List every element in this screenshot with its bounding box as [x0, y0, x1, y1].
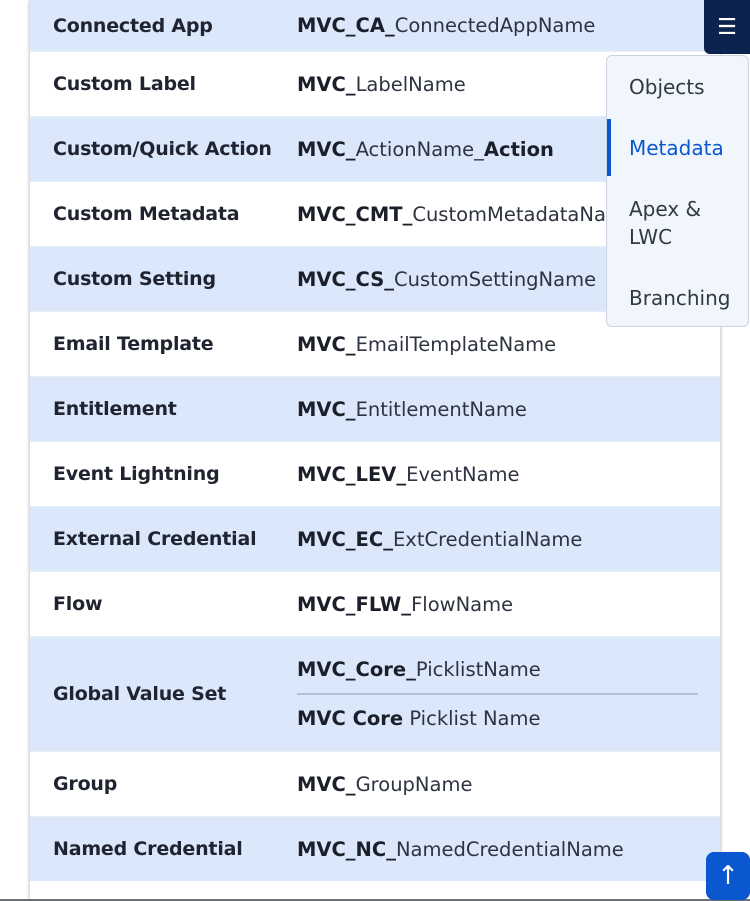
- table-row: Connected App MVC_CA_ConnectedAppName: [30, 0, 720, 52]
- metadata-type-cell: Custom/Quick Action: [53, 138, 272, 160]
- api-name-pattern: MVC_Core_PicklistName: [297, 652, 698, 687]
- prefix: MVC_EC_: [297, 527, 393, 551]
- table-of-contents-menu: Objects Metadata Apex & LWC Branching: [606, 55, 749, 327]
- name-part: NamedCredentialName: [395, 837, 624, 861]
- toc-item-metadata[interactable]: Metadata: [629, 134, 739, 162]
- prefix: MVC Core: [297, 707, 404, 730]
- naming-pattern-cell: MVC_LEV_EventName: [297, 463, 720, 486]
- metadata-type-cell: External Credential: [53, 528, 257, 550]
- toc-item-branching[interactable]: Branching: [629, 284, 739, 312]
- metadata-type-cell: Event Lightning: [53, 463, 220, 485]
- metadata-type-cell: Group: [53, 773, 118, 795]
- naming-pattern-cell: MVC_EmailTemplateName: [297, 333, 720, 356]
- naming-pattern-cell: MVC_GroupName: [297, 773, 720, 796]
- suffix: Action: [483, 137, 554, 161]
- prefix: MVC_FLW_: [297, 592, 412, 616]
- metadata-type-cell: Connected App: [53, 14, 213, 37]
- prefix: MVC_CA_: [297, 14, 395, 37]
- prefix: MVC_NC_: [297, 837, 396, 861]
- name-part: ConnectedAppName: [394, 14, 596, 37]
- table-row: Entitlement MVC_EntitlementName: [30, 377, 720, 442]
- prefix: MVC_: [297, 137, 356, 161]
- prefix: MVC_: [297, 72, 356, 96]
- naming-pattern-cell: MVC_Core_PicklistName MVC Core Picklist …: [297, 652, 720, 736]
- name-part: EventName: [406, 462, 520, 486]
- menu-toggle-button[interactable]: ☰: [704, 0, 750, 54]
- hamburger-menu-icon: ☰: [717, 14, 737, 40]
- name-part: ExtCredentialName: [392, 527, 583, 551]
- label-pattern: MVC Core Picklist Name: [297, 701, 698, 736]
- page: Connected App MVC_CA_ConnectedAppName Cu…: [0, 0, 750, 901]
- prefix: MVC_: [297, 772, 356, 796]
- toc-item-apex-lwc[interactable]: Apex & LWC: [629, 195, 739, 251]
- table-row: Named Credential MVC_NC_NamedCredentialN…: [30, 817, 720, 882]
- name-part: EntitlementName: [355, 397, 527, 421]
- naming-pattern-cell: MVC_NC_NamedCredentialName: [297, 838, 720, 861]
- next-row-partial: [30, 881, 720, 901]
- name-part: EmailTemplateName: [355, 332, 557, 356]
- name-part: CustomMetadataNa: [412, 202, 606, 226]
- prefix: MVC_LEV_: [297, 462, 407, 486]
- active-indicator: [607, 119, 611, 176]
- prefix: MVC_CS_: [297, 267, 395, 291]
- name-part: LabelName: [355, 72, 466, 96]
- metadata-type-cell: Custom Metadata: [53, 203, 240, 225]
- name-part: FlowName: [411, 592, 514, 616]
- metadata-type-cell: Entitlement: [53, 398, 177, 420]
- toc-item-objects[interactable]: Objects: [629, 73, 739, 101]
- naming-pattern-cell: MVC_EC_ExtCredentialName: [297, 528, 720, 551]
- metadata-type-cell: Named Credential: [53, 838, 243, 860]
- metadata-type-cell: Global Value Set: [53, 683, 227, 705]
- prefix: MVC_: [297, 397, 356, 421]
- metadata-type-cell: Custom Setting: [53, 268, 216, 290]
- prefix: MVC_Core_: [297, 658, 416, 681]
- table-row: Flow MVC_FLW_FlowName: [30, 572, 720, 637]
- name-part: ActionName_: [355, 137, 484, 161]
- arrow-up-icon: ↑: [717, 861, 739, 891]
- prefix: MVC_: [297, 332, 356, 356]
- table-row: Group MVC_GroupName: [30, 752, 720, 817]
- divider: [297, 693, 698, 695]
- metadata-type-cell: Email Template: [53, 333, 214, 355]
- naming-pattern-cell: MVC_CA_ConnectedAppName: [297, 14, 720, 37]
- table-row: Event Lightning MVC_LEV_EventName: [30, 442, 720, 507]
- naming-pattern-cell: MVC_EntitlementName: [297, 398, 720, 421]
- metadata-type-cell: Custom Label: [53, 73, 196, 95]
- naming-pattern-cell: MVC_FLW_FlowName: [297, 593, 720, 616]
- table-row: Global Value Set MVC_Core_PicklistName M…: [30, 637, 720, 752]
- table-row: External Credential MVC_EC_ExtCredential…: [30, 507, 720, 572]
- name-part: CustomSettingName: [394, 267, 597, 291]
- name-part: Picklist Name: [403, 707, 541, 730]
- back-to-top-button[interactable]: ↑: [706, 852, 750, 900]
- prefix: MVC_CMT_: [297, 202, 413, 226]
- name-part: PicklistName: [415, 658, 541, 681]
- metadata-type-cell: Flow: [53, 593, 103, 615]
- name-part: GroupName: [355, 772, 473, 796]
